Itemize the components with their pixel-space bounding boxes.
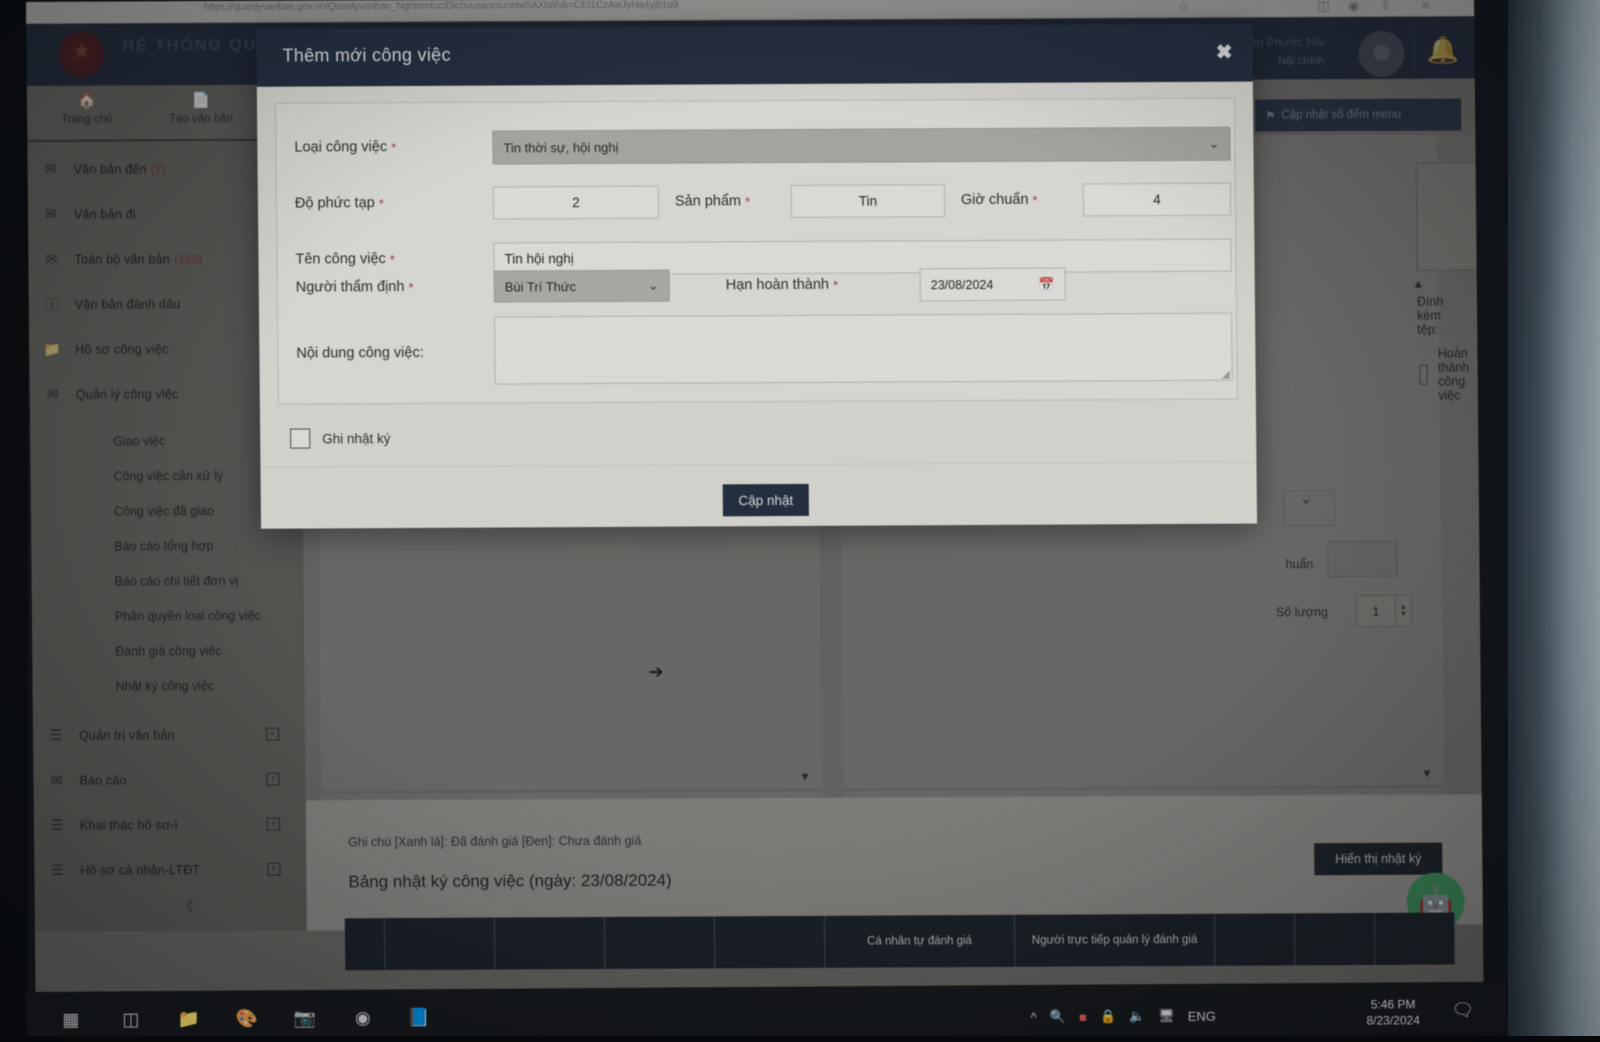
chevron-up-icon[interactable]: ^ (1031, 1009, 1037, 1024)
mouse-cursor: ➔ (648, 661, 664, 682)
san-pham-label: Sản phẩm (674, 193, 742, 210)
monitor-bezel-left (0, 0, 28, 1042)
task-view-icon[interactable]: ◫ (116, 1004, 146, 1034)
notification-center-icon[interactable]: 🗨 (1448, 995, 1478, 1025)
modal-body: Loại công việc * Tin thời sự, hội nghị ⌄… (274, 97, 1238, 405)
modal-title: Thêm mới công việc (282, 44, 451, 66)
nguoi-tham-dinh-label: Người thẩm định (295, 279, 405, 296)
san-pham-label-row: Sản phẩm * (675, 193, 750, 209)
nguoi-tham-dinh-label-row: Người thẩm định * (296, 279, 414, 296)
do-phuc-tap-label-row: Độ phức tạp * (295, 195, 384, 211)
required-mark: * (389, 251, 395, 267)
gio-chuan-label-row: Giờ chuẩn * (961, 192, 1038, 208)
ghi-nhat-ky-checkbox[interactable] (290, 428, 311, 449)
do-phuc-tap-label: Độ phức tạp (294, 195, 375, 212)
noi-dung-label: Nội dung công việc: (296, 344, 424, 362)
modal-header: Thêm mới công việc ✖ (256, 23, 1253, 87)
loai-cong-viec-select[interactable]: Tin thời sự, hội nghị ⌄ (492, 126, 1231, 165)
chevron-down-icon: ⌄ (647, 277, 659, 293)
taskbar-clock[interactable]: 5:46 PM 8/23/2024 (1366, 996, 1420, 1028)
calendar-icon[interactable]: 📅 (1038, 276, 1054, 292)
close-icon[interactable]: ✖ (1216, 40, 1233, 65)
windows-start-icon[interactable]: ▦ (56, 1005, 86, 1035)
word-icon[interactable]: 📘 (404, 1002, 434, 1032)
required-mark: * (832, 277, 839, 293)
chevron-down-icon: ⌄ (1208, 135, 1220, 151)
required-mark: * (378, 195, 384, 211)
nguoi-tham-dinh-value: Bùi Trí Thức (504, 278, 577, 294)
file-explorer-icon[interactable]: 📁 (174, 1004, 204, 1034)
required-mark: * (744, 193, 751, 209)
noi-dung-label-row: Nội dung công việc: (296, 345, 424, 362)
background-wall (1508, 0, 1600, 1042)
zoom-icon[interactable]: 📷 (290, 1003, 320, 1033)
language-indicator[interactable]: ENG (1188, 1008, 1216, 1023)
gio-chuan-input[interactable]: 4 (1082, 182, 1232, 217)
clock-time: 5:46 PM (1370, 997, 1416, 1012)
modal-divider (260, 461, 1257, 468)
clock-date: 8/23/2024 (1366, 1013, 1420, 1028)
san-pham-input[interactable]: Tin (790, 184, 946, 218)
submit-button[interactable]: Cập nhật (722, 483, 809, 517)
ghi-nhat-ky-label: Ghi nhật ký (322, 430, 391, 446)
usb-icon[interactable]: 🔒 (1100, 1008, 1116, 1024)
required-mark: * (391, 139, 397, 155)
chrome-icon[interactable]: ◉ (348, 1003, 378, 1033)
loai-cong-viec-label-row: Loại công việc * (294, 139, 397, 156)
ghi-nhat-ky-checkbox-row[interactable]: Ghi nhật ký (290, 428, 391, 449)
unikey-icon[interactable]: ■ (1079, 1009, 1087, 1024)
loai-cong-viec-label: Loại công việc (294, 139, 388, 156)
han-hoan-thanh-value: 23/08/2024 (930, 277, 994, 292)
paint-icon[interactable]: 🎨 (232, 1003, 262, 1033)
display-icon[interactable]: 🖥 (1158, 1008, 1175, 1024)
nguoi-tham-dinh-select[interactable]: Bùi Trí Thức ⌄ (493, 269, 670, 303)
required-mark: * (1032, 192, 1038, 208)
loai-cong-viec-value: Tin thời sự, hội nghị (503, 139, 619, 156)
han-hoan-thanh-input[interactable]: 23/08/2024 📅 (919, 267, 1066, 302)
monitor-screen: https://quanlyvanban.gov.vn/Quanlyvanban… (26, 0, 1484, 1026)
gio-chuan-label: Giờ chuẩn (960, 191, 1029, 209)
windows-taskbar: ▦ ◫ 📁 🎨 📷 ◉ 📘 ^ 🔍 ■ 🔒 🔈 🖥 ENG 5:46 PM 8/… (25, 981, 1506, 1042)
screen-photo: https://quanlyvanban.gov.vn/Quanlyvanban… (0, 0, 1600, 1042)
add-task-modal: Thêm mới công việc ✖ Loại công việc * Ti… (256, 23, 1258, 529)
search-icon[interactable]: 🔍 (1050, 1009, 1066, 1025)
required-mark: * (408, 279, 414, 295)
ten-cong-viec-label-row: Tên công việc * (295, 251, 395, 268)
noi-dung-textarea[interactable] (494, 312, 1233, 385)
han-hoan-thanh-label-row: Hạn hoàn thành * (726, 277, 838, 294)
do-phuc-tap-input[interactable]: 2 (492, 185, 660, 220)
han-hoan-thanh-label: Hạn hoàn thành (725, 276, 830, 294)
volume-icon[interactable]: 🔈 (1129, 1008, 1145, 1024)
ten-cong-viec-label: Tên công việc (295, 251, 386, 268)
monitor-bezel-bottom (0, 1036, 1600, 1042)
